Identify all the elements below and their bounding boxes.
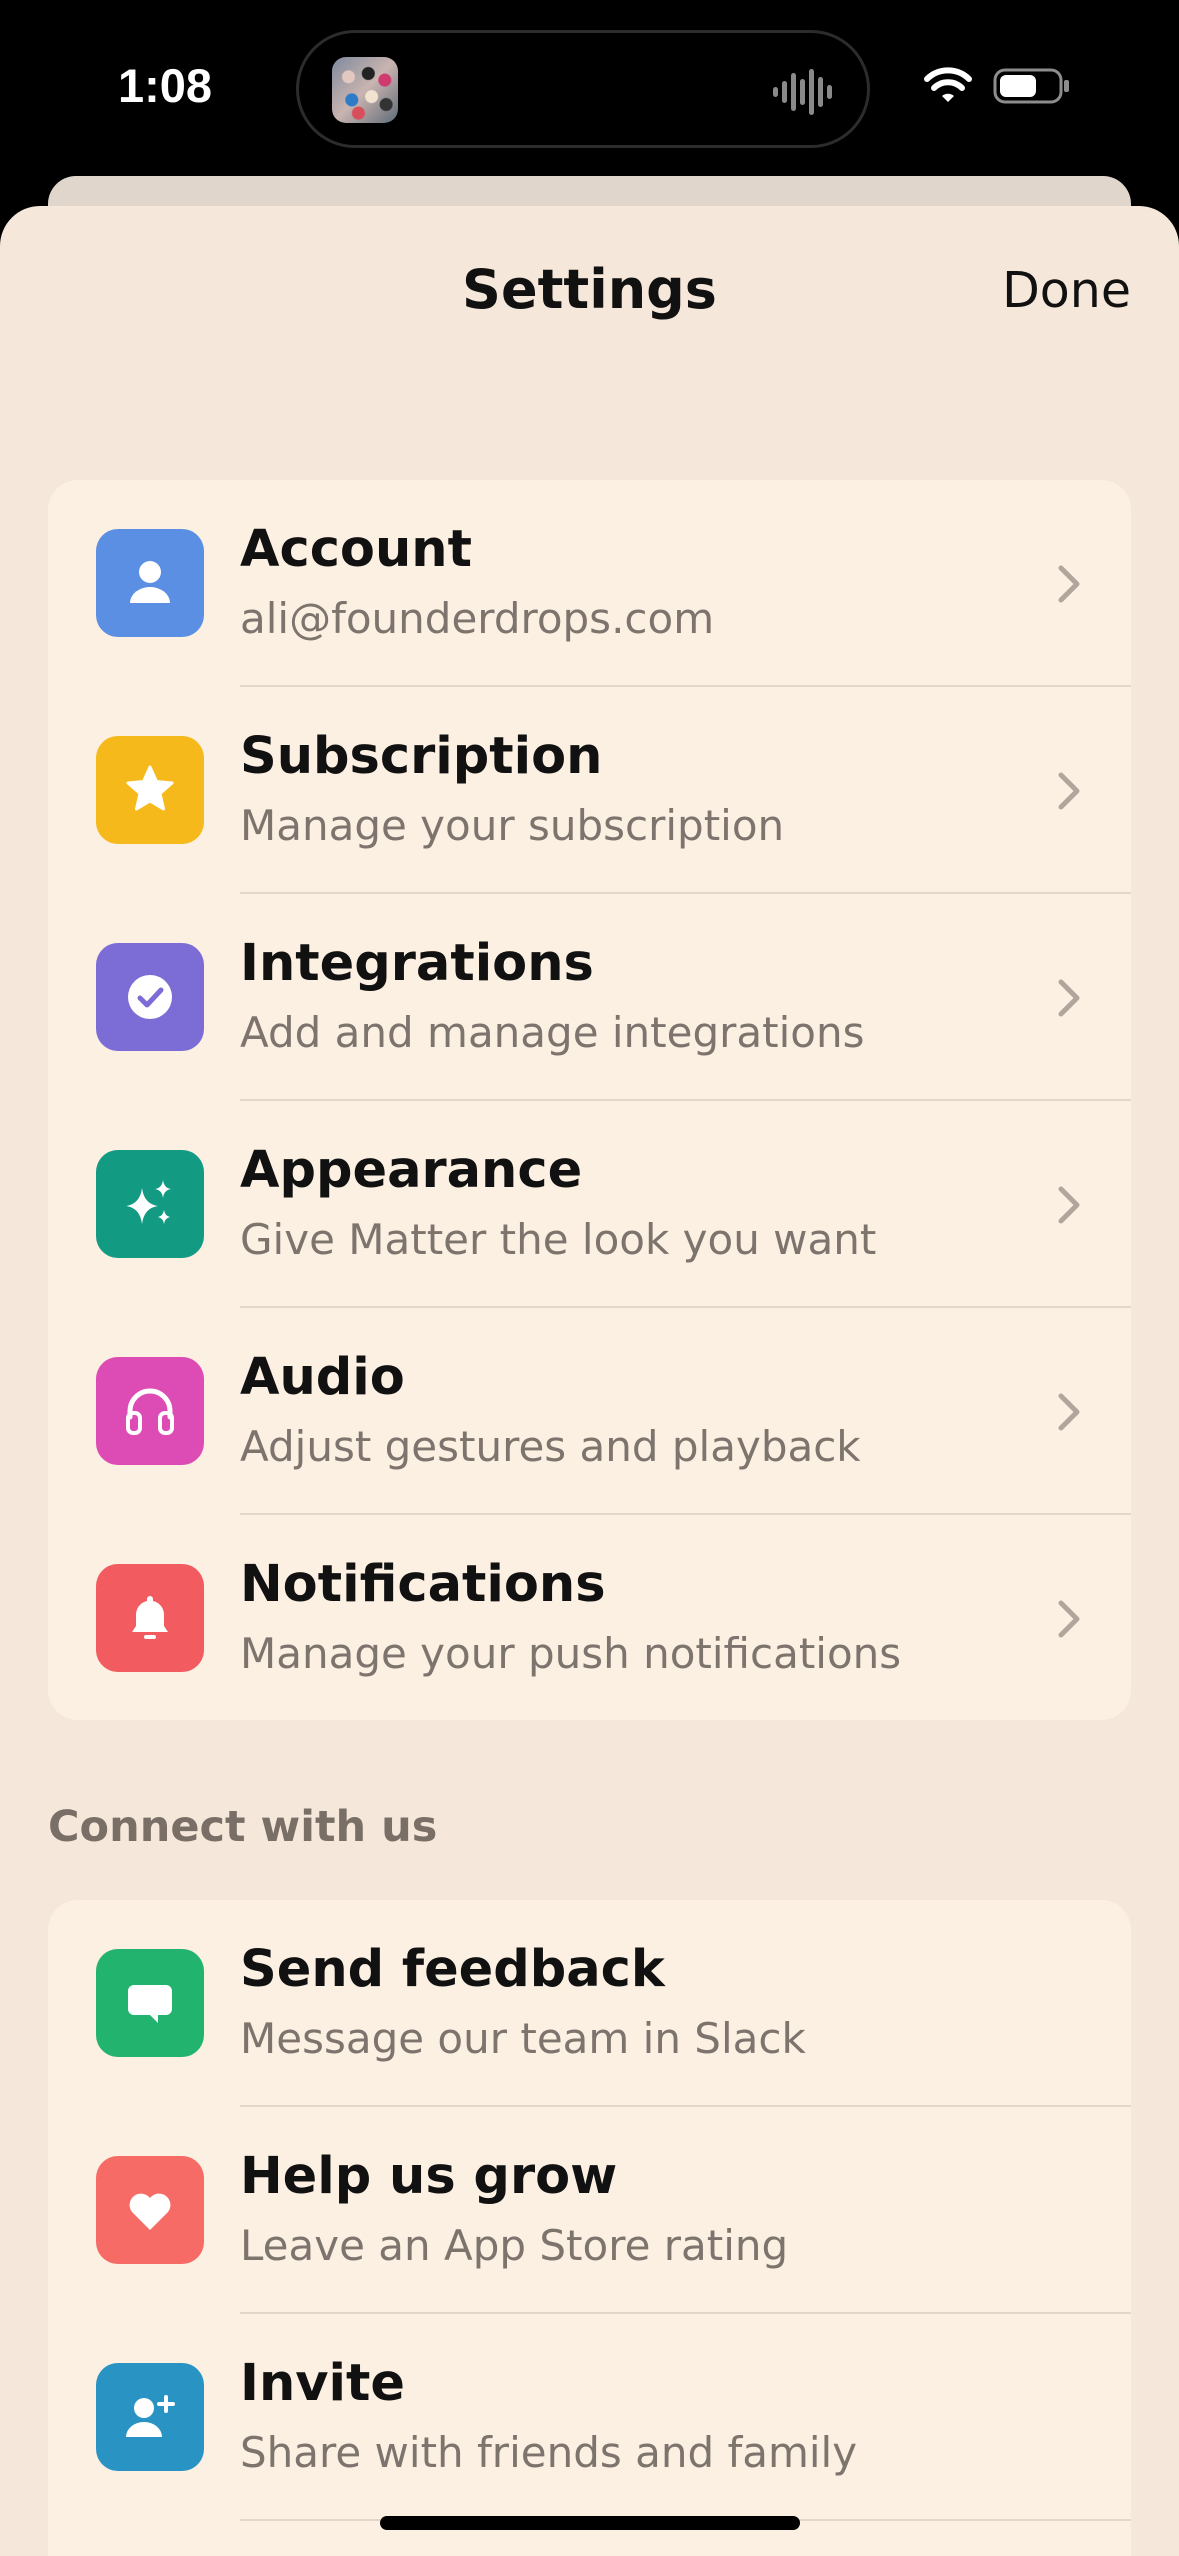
settings-item-account[interactable]: Account ali@founderdrops.com	[48, 480, 1131, 687]
row-title: Account	[240, 520, 472, 579]
chevron-right-icon	[1058, 1393, 1080, 1431]
row-title: Subscription	[240, 727, 603, 786]
account-icon-tile	[96, 529, 204, 637]
audio-icon-tile	[96, 1357, 204, 1465]
settings-item-audio[interactable]: Audio Adjust gestures and playback	[48, 1308, 1131, 1515]
feedback-icon-tile	[96, 1949, 204, 2057]
chevron-right-icon	[1058, 979, 1080, 1017]
row-title: Help us grow	[240, 2147, 618, 2206]
row-title: Appearance	[240, 1141, 583, 1200]
row-subtitle: Share with friends and family	[240, 2428, 858, 2477]
check-circle-icon	[128, 975, 172, 1019]
subscription-icon-tile	[96, 736, 204, 844]
connect-list: Send feedback Message our team in Slack …	[48, 1900, 1131, 2556]
connect-item-invite[interactable]: Invite Share with friends and family	[48, 2314, 1131, 2521]
row-title: Invite	[240, 2354, 405, 2413]
settings-item-notifications[interactable]: Notifications Manage your push notificat…	[48, 1515, 1131, 1720]
row-subtitle: Give Matter the look you want	[240, 1215, 877, 1264]
heart-icon	[129, 2193, 171, 2230]
dynamic-island[interactable]	[296, 30, 870, 148]
rating-icon-tile	[96, 2156, 204, 2264]
notifications-icon-tile	[96, 1564, 204, 1672]
done-button[interactable]: Done	[1002, 262, 1131, 319]
row-subtitle: Leave an App Store rating	[240, 2221, 789, 2270]
chevron-right-icon	[1058, 772, 1080, 810]
now-playing-artwork	[332, 57, 398, 123]
row-title: Send feedback	[240, 1940, 665, 1999]
status-bar: 1:08	[0, 0, 1179, 180]
headphones-icon	[126, 1388, 174, 1435]
section-header-connect: Connect with us	[48, 1802, 438, 1852]
person-add-icon	[126, 2395, 175, 2437]
settings-list: Account ali@founderdrops.com Subscriptio…	[48, 480, 1131, 1720]
row-subtitle: Manage your subscription	[240, 801, 785, 850]
status-time: 1:08	[118, 59, 213, 112]
star-icon	[126, 765, 174, 811]
row-subtitle: ali@founderdrops.com	[240, 594, 715, 643]
integrations-icon-tile	[96, 943, 204, 1051]
battery-icon	[993, 68, 1069, 104]
connect-item-help-us-grow[interactable]: Help us grow Leave an App Store rating	[48, 2107, 1131, 2314]
appearance-icon-tile	[96, 1150, 204, 1258]
row-subtitle: Message our team in Slack	[240, 2014, 806, 2063]
settings-item-integrations[interactable]: Integrations Add and manage integrations	[48, 894, 1131, 1101]
connect-item-send-feedback[interactable]: Send feedback Message our team in Slack	[48, 1900, 1131, 2107]
invite-icon-tile	[96, 2363, 204, 2471]
wifi-icon	[924, 67, 972, 102]
settings-item-appearance[interactable]: Appearance Give Matter the look you want	[48, 1101, 1131, 1308]
settings-sheet: Settings Done Account ali@founderdrops.c…	[0, 206, 1179, 2556]
person-icon	[130, 561, 170, 603]
row-title: Integrations	[240, 934, 594, 993]
sparkles-icon	[126, 1180, 171, 1224]
row-subtitle: Manage your push notifications	[240, 1629, 902, 1678]
row-subtitle: Adjust gestures and playback	[240, 1422, 861, 1471]
row-title: Audio	[240, 1348, 405, 1407]
settings-item-subscription[interactable]: Subscription Manage your subscription	[48, 687, 1131, 894]
audio-waveform-icon	[773, 69, 832, 115]
bell-icon	[132, 1596, 168, 1639]
chevron-right-icon	[1058, 1186, 1080, 1224]
chat-bubble-icon	[128, 1985, 172, 2023]
chevron-right-icon	[1058, 565, 1080, 603]
home-indicator[interactable]	[380, 2516, 800, 2530]
chevron-right-icon	[1058, 1600, 1080, 1638]
row-title: Notifications	[240, 1555, 606, 1614]
row-subtitle: Add and manage integrations	[240, 1008, 865, 1057]
